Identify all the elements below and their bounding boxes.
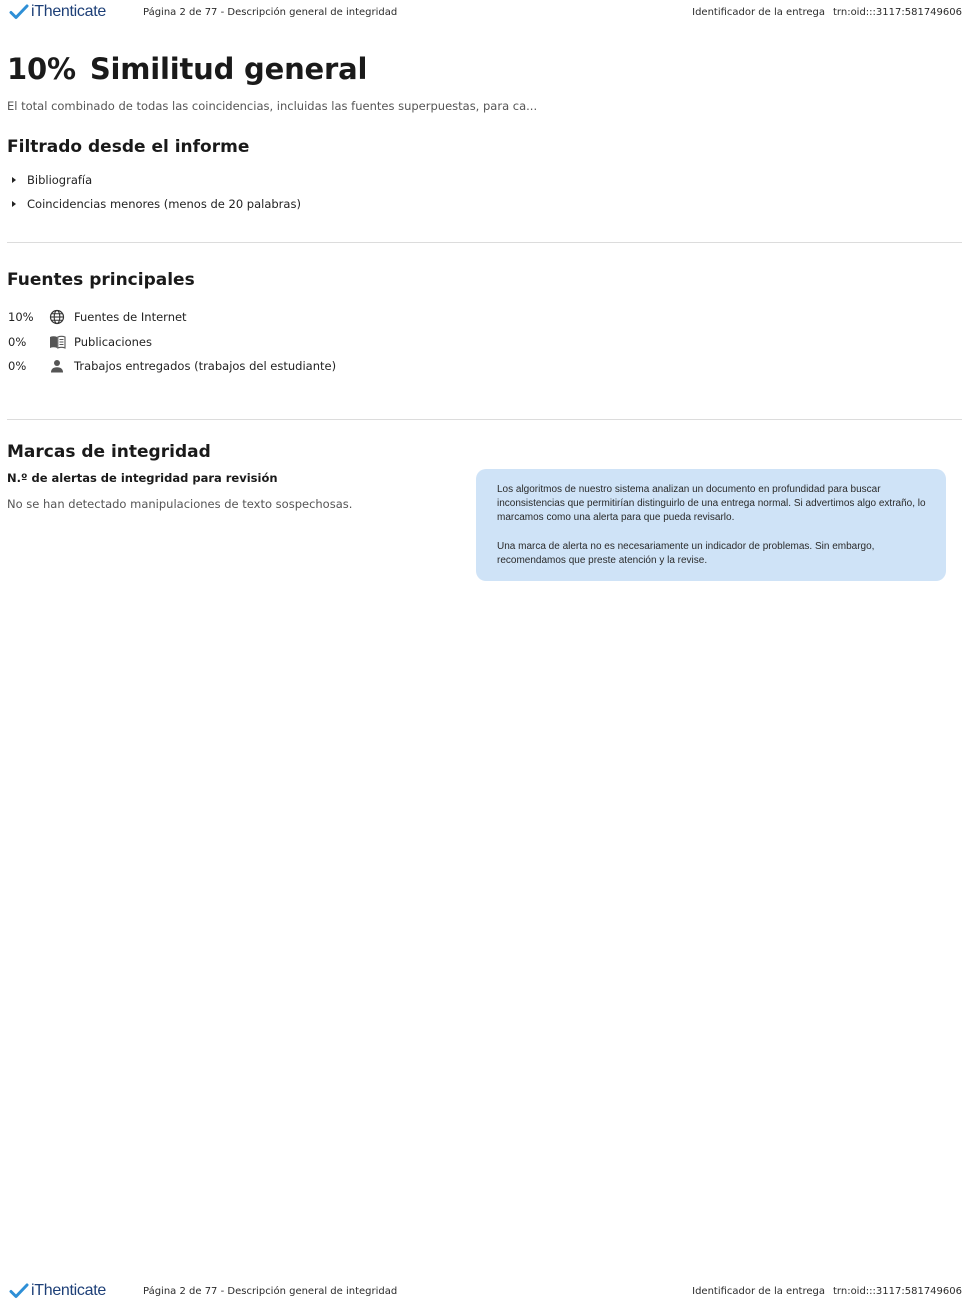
source-row-internet: 10% Fuentes de Internet [8,308,187,326]
filtered-heading: Filtrado desde el informe [7,137,250,157]
page-header: iThenticate Página 2 de 77 - Descripción… [0,0,965,26]
logo-text: iThenticate [31,1282,106,1299]
source-row-student-papers: 0% Trabajos entregados (trabajos del est… [8,357,336,375]
source-percent: 0% [8,359,27,373]
source-label: Trabajos entregados (trabajos del estudi… [74,359,337,373]
caret-right-icon [12,177,16,183]
globe-icon [48,309,66,325]
similarity-percent: 10% [7,52,76,86]
submission-id-label: Identificador de la entrega [692,1286,825,1297]
sources-heading: Fuentes principales [7,270,195,290]
info-paragraph: Los algoritmos de nuestro sistema analiz… [497,484,926,524]
source-label: Publicaciones [74,335,152,349]
integrity-alerts-label: N.º de alertas de integridad para revisi… [7,471,278,485]
integrity-no-alerts-text: No se han detectado manipulaciones de te… [7,497,353,511]
person-icon [48,358,66,374]
header-page-info: Página 2 de 77 - Descripción general de … [143,7,398,18]
section-divider [7,419,962,420]
source-label: Fuentes de Internet [74,310,187,324]
filter-item-bibliography[interactable]: Bibliografía [12,173,92,187]
ithenticate-logo: iThenticate [9,3,106,21]
source-percent: 0% [8,335,27,349]
filter-item-label: Bibliografía [27,173,93,187]
page-footer: iThenticate Página 2 de 77 - Descripción… [0,1279,965,1305]
filter-item-small-matches[interactable]: Coincidencias menores (menos de 20 palab… [12,197,301,211]
similarity-title: 10% Similitud general [7,52,367,86]
submission-id-value: trn:oid:::3117:581749606 [833,7,962,18]
source-percent: 10% [8,310,34,324]
source-row-publications: 0% Publicaciones [8,333,152,351]
caret-right-icon [12,201,16,207]
integrity-heading: Marcas de integridad [7,442,211,462]
book-icon [48,334,66,350]
section-divider [7,242,962,243]
header-submission-id: Identificador de la entrega trn:oid:::311… [692,7,962,18]
filter-item-label: Coincidencias menores (menos de 20 palab… [27,197,301,211]
ithenticate-logo: iThenticate [9,1282,106,1300]
integrity-info-box: Los algoritmos de nuestro sistema analiz… [476,469,946,581]
checkmark-icon [9,4,29,19]
similarity-title-text: Similitud general [89,52,368,86]
checkmark-icon [9,1283,29,1298]
submission-id-value: trn:oid:::3117:581749606 [833,1286,962,1297]
logo-text: iThenticate [31,3,106,20]
similarity-description: El total combinado de todas las coincide… [7,99,538,113]
submission-id-label: Identificador de la entrega [692,7,825,18]
footer-submission-id: Identificador de la entrega trn:oid:::311… [692,1286,962,1297]
footer-page-info: Página 2 de 77 - Descripción general de … [143,1286,398,1297]
info-paragraph: Una marca de alerta no es necesariamente… [497,540,875,566]
